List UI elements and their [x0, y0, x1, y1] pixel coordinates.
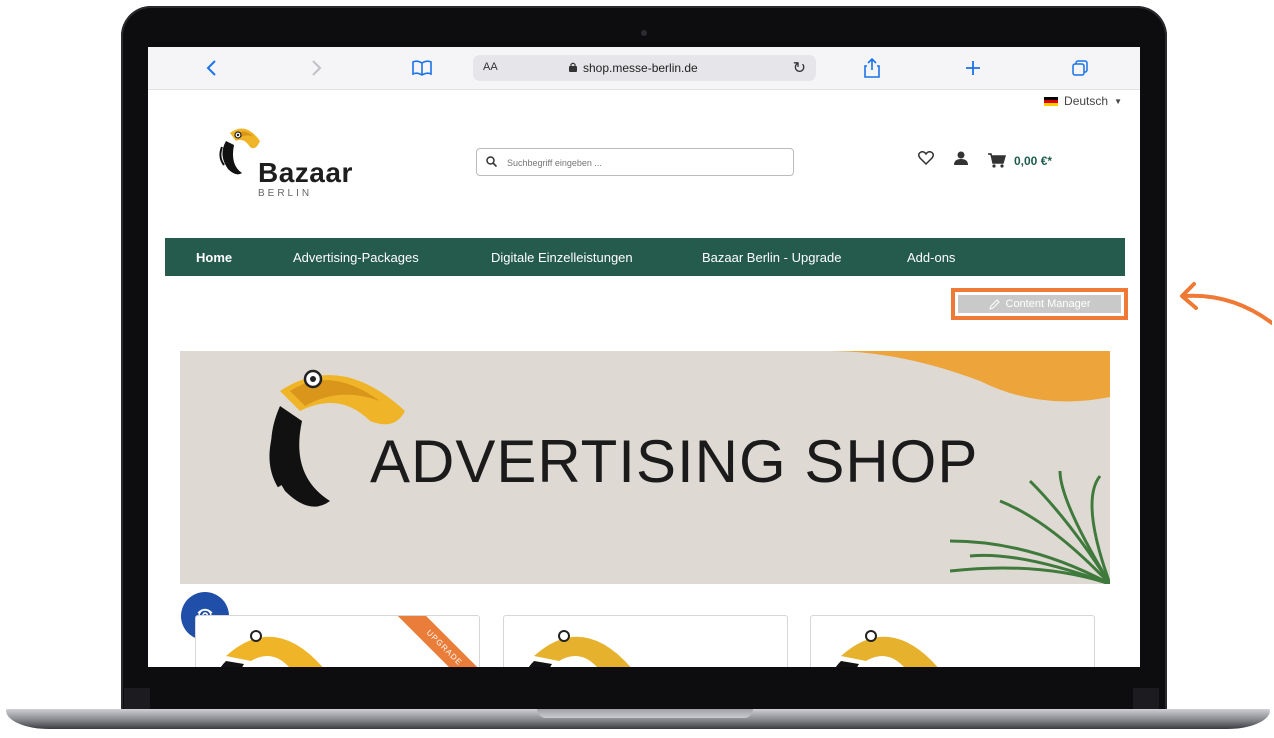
camera-dot — [641, 30, 647, 36]
logo-subtitle: BERLIN — [258, 188, 313, 199]
share-icon[interactable] — [860, 56, 884, 80]
laptop-notch — [537, 709, 753, 718]
lock-icon — [569, 62, 577, 72]
hinge-left — [124, 688, 150, 710]
chevron-down-icon: ▼ — [1114, 96, 1122, 106]
hinge-right — [1133, 688, 1159, 710]
tabs-icon[interactable] — [1068, 56, 1092, 80]
product-card[interactable]: UPGRADE — [195, 615, 480, 667]
site-logo[interactable]: Bazaar BERLIN — [216, 121, 366, 211]
toucan-card-icon — [835, 630, 938, 667]
product-card[interactable] — [810, 615, 1095, 667]
annotation-arrow-icon — [1180, 282, 1272, 325]
forward-icon[interactable] — [304, 56, 328, 80]
browser-toolbar: AA shop.messe-berlin.de ↻ — [148, 47, 1140, 90]
wishlist-heart-icon[interactable] — [917, 151, 935, 170]
cart-total: 0,00 €* — [1014, 153, 1053, 168]
nav-item-digitale-einzelleistungen[interactable]: Digitale Einzelleistungen — [491, 250, 633, 265]
toucan-card-icon — [220, 630, 323, 667]
hero-banner[interactable]: ADVERTISING SHOP — [180, 351, 1110, 584]
cart-icon — [988, 153, 1006, 168]
nav-item-home[interactable]: Home — [196, 250, 232, 265]
toucan-logo-icon — [219, 128, 260, 175]
german-flag-icon — [1044, 96, 1059, 106]
header-actions: 0,00 €* — [917, 151, 1052, 170]
language-selector[interactable]: Deutsch ▼ — [1044, 94, 1122, 108]
search-box[interactable] — [476, 148, 794, 176]
toucan-card-icon — [528, 630, 631, 667]
nav-item-bazaar-berlin-upgrade[interactable]: Bazaar Berlin - Upgrade — [702, 250, 841, 265]
product-card[interactable] — [503, 615, 788, 667]
back-icon[interactable] — [200, 56, 224, 80]
screen: AA shop.messe-berlin.de ↻ Deutsch ▼ Baza… — [148, 47, 1140, 667]
upgrade-ribbon: UPGRADE — [390, 616, 479, 667]
main-navigation: Home Advertising-Packages Digitale Einze… — [165, 238, 1125, 276]
banner-title: ADVERTISING SHOP — [370, 428, 979, 495]
account-user-icon[interactable] — [954, 151, 968, 170]
search-input[interactable] — [505, 153, 789, 173]
reload-icon[interactable]: ↻ — [793, 58, 806, 78]
bookmarks-icon[interactable] — [410, 56, 434, 80]
url-text: shop.messe-berlin.de — [583, 61, 698, 75]
cart-button[interactable]: 0,00 €* — [988, 153, 1052, 168]
address-bar[interactable]: AA shop.messe-berlin.de ↻ — [473, 55, 816, 81]
new-tab-icon[interactable] — [961, 56, 985, 80]
text-size-button[interactable]: AA — [483, 61, 498, 73]
language-label: Deutsch — [1064, 94, 1109, 108]
nav-item-advertising-packages[interactable]: Advertising-Packages — [293, 250, 419, 265]
content-manager-highlight-box — [951, 288, 1128, 320]
search-icon — [486, 156, 497, 167]
nav-item-add-ons[interactable]: Add-ons — [907, 250, 955, 265]
logo-wordmark: Bazaar — [258, 157, 353, 188]
